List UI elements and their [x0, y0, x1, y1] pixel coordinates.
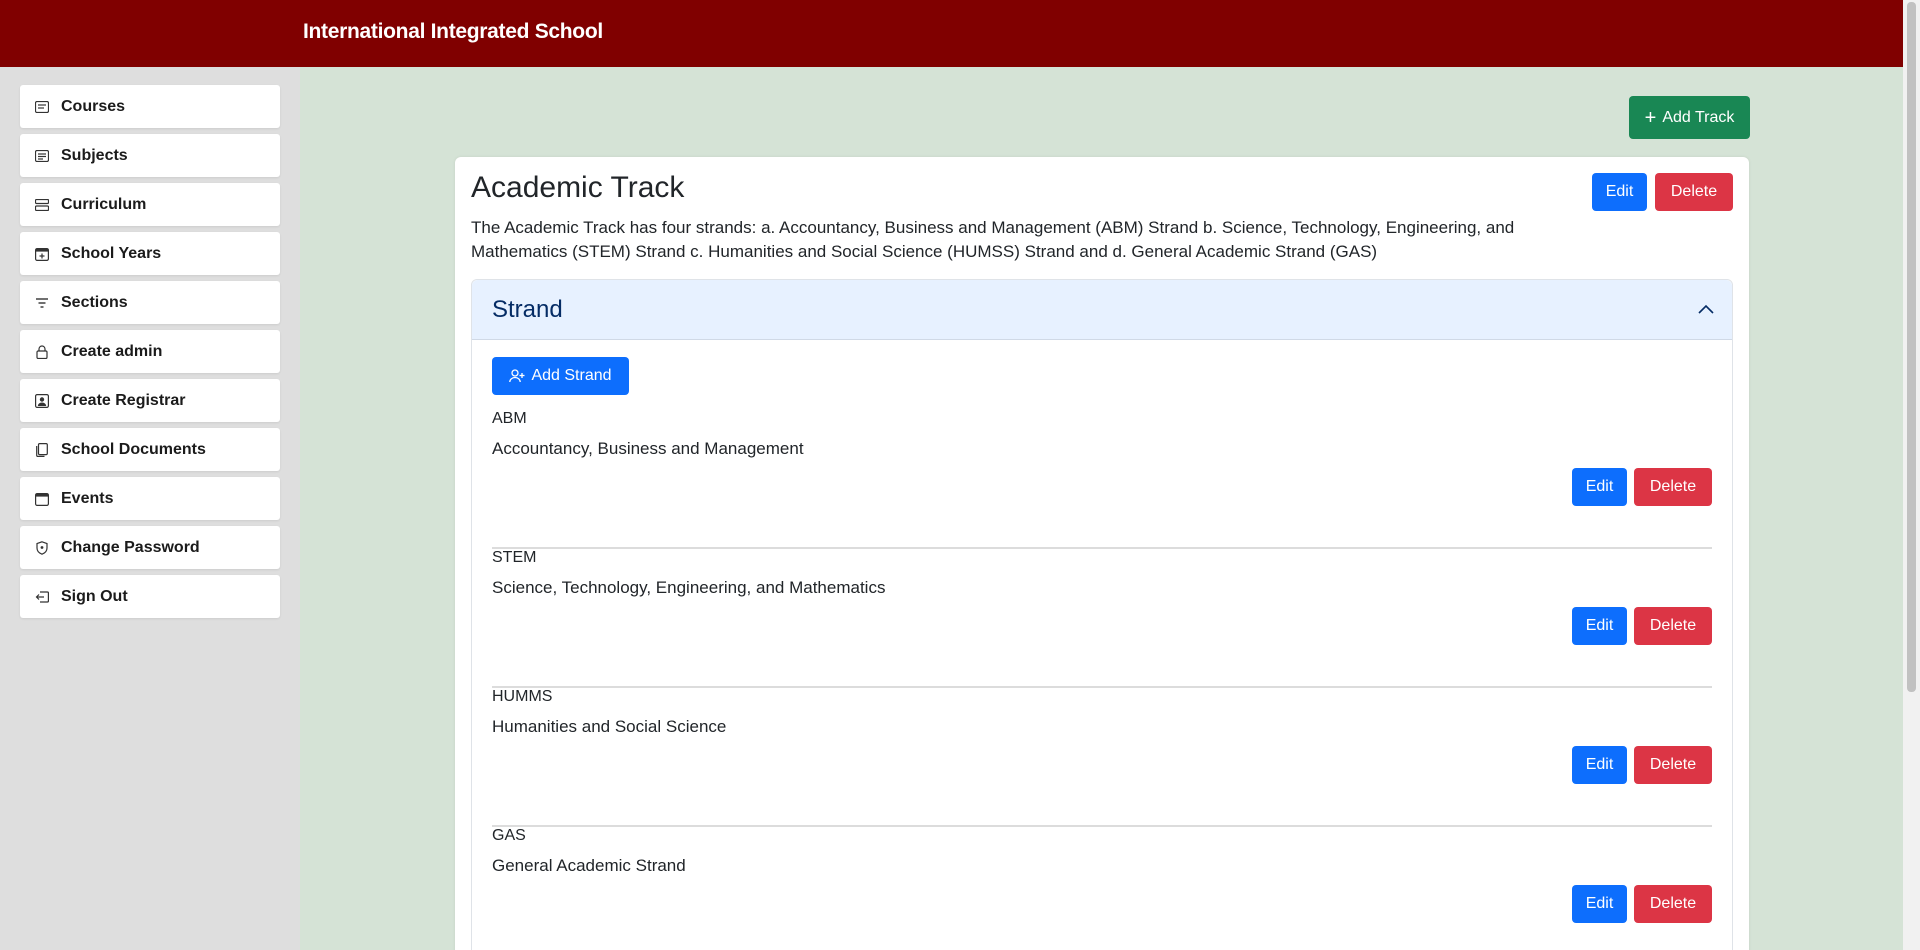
- person-badge-icon: [35, 393, 49, 408]
- delete-strand-button[interactable]: Delete: [1634, 468, 1712, 506]
- strand-code: ABM: [492, 410, 527, 427]
- calendar-icon: [35, 492, 49, 506]
- strand-row: STEM Science, Technology, Engineering, a…: [492, 549, 1712, 688]
- sidebar-item-label: Create admin: [61, 342, 163, 360]
- sign-out-icon: [35, 590, 49, 604]
- subjects-icon: [35, 149, 49, 163]
- strand-accordion-header[interactable]: Strand: [472, 280, 1732, 340]
- delete-track-button[interactable]: Delete: [1655, 173, 1733, 211]
- track-card: Academic Track Edit Delete The Academic …: [455, 157, 1749, 950]
- sidebar-item-subjects[interactable]: Subjects: [20, 134, 280, 177]
- sidebar-item-create-admin[interactable]: Create admin: [20, 330, 280, 373]
- delete-strand-button[interactable]: Delete: [1634, 885, 1712, 923]
- sidebar-item-events[interactable]: Events: [20, 477, 280, 520]
- sidebar-item-courses[interactable]: Courses: [20, 85, 280, 128]
- strand-name: Accountancy, Business and Management: [492, 439, 804, 458]
- documents-icon: [35, 442, 49, 457]
- page-scrollbar[interactable]: [1903, 0, 1920, 950]
- strand-row: ABM Accountancy, Business and Management…: [492, 410, 1712, 549]
- strand-name: Humanities and Social Science: [492, 717, 727, 736]
- add-strand-button[interactable]: Add Strand: [492, 357, 629, 395]
- sidebar-item-label: Sign Out: [61, 587, 128, 605]
- edit-strand-button[interactable]: Edit: [1572, 885, 1627, 923]
- edit-strand-button[interactable]: Edit: [1572, 607, 1627, 645]
- strand-code: STEM: [492, 549, 537, 566]
- strand-code: GAS: [492, 827, 526, 844]
- plus-icon: +: [1644, 106, 1657, 129]
- delete-strand-button[interactable]: Delete: [1634, 746, 1712, 784]
- sidebar-item-label: Create Registrar: [61, 391, 186, 409]
- sidebar-item-label: Courses: [61, 97, 126, 115]
- strand-row: HUMMS Humanities and Social Science Edit…: [492, 688, 1712, 827]
- track-title: Academic Track: [471, 171, 685, 204]
- sidebar-item-label: Curriculum: [61, 195, 147, 213]
- sidebar-item-sections[interactable]: Sections: [20, 281, 280, 324]
- strand-name: Science, Technology, Engineering, and Ma…: [492, 578, 886, 597]
- sidebar: Courses Subjects Curriculum School Years…: [0, 67, 300, 950]
- accordion-title: Strand: [492, 296, 563, 323]
- school-name: International Integrated School: [303, 20, 603, 43]
- strand-accordion: Strand Add Strand ABM Accountancy, Busin…: [471, 279, 1733, 950]
- curriculum-icon: [35, 198, 49, 212]
- lock-icon: [35, 344, 49, 359]
- track-description: The Academic Track has four strands: a. …: [471, 218, 1515, 261]
- sidebar-item-sign-out[interactable]: Sign Out: [20, 575, 280, 618]
- sidebar-item-label: Change Password: [61, 538, 200, 556]
- sidebar-item-label: Sections: [61, 293, 128, 311]
- top-bar: International Integrated School: [0, 0, 1903, 67]
- add-track-button[interactable]: + Add Track: [1629, 96, 1750, 139]
- chevron-up-icon: [1698, 304, 1714, 314]
- scrollbar-thumb[interactable]: [1907, 2, 1916, 692]
- sidebar-item-create-registrar[interactable]: Create Registrar: [20, 379, 280, 422]
- sidebar-item-label: School Documents: [61, 440, 206, 458]
- edit-strand-button[interactable]: Edit: [1572, 746, 1627, 784]
- sidebar-item-label: Events: [61, 489, 114, 507]
- sidebar-item-school-documents[interactable]: School Documents: [20, 428, 280, 471]
- sidebar-item-label: School Years: [61, 244, 162, 262]
- strand-name: General Academic Strand: [492, 856, 686, 875]
- filter-icon: [35, 296, 49, 310]
- strand-code: HUMMS: [492, 688, 553, 705]
- sidebar-item-label: Subjects: [61, 146, 128, 164]
- sidebar-item-curriculum[interactable]: Curriculum: [20, 183, 280, 226]
- strand-row: GAS General Academic Strand Edit Delete: [492, 827, 1712, 950]
- person-plus-icon: [509, 369, 525, 383]
- edit-track-button[interactable]: Edit: [1592, 173, 1647, 211]
- courses-icon: [35, 100, 49, 114]
- delete-strand-button[interactable]: Delete: [1634, 607, 1712, 645]
- sidebar-item-change-password[interactable]: Change Password: [20, 526, 280, 569]
- edit-strand-button[interactable]: Edit: [1572, 468, 1627, 506]
- calendar-plus-icon: [35, 247, 49, 261]
- sidebar-item-school-years[interactable]: School Years: [20, 232, 280, 275]
- shield-icon: [35, 540, 49, 555]
